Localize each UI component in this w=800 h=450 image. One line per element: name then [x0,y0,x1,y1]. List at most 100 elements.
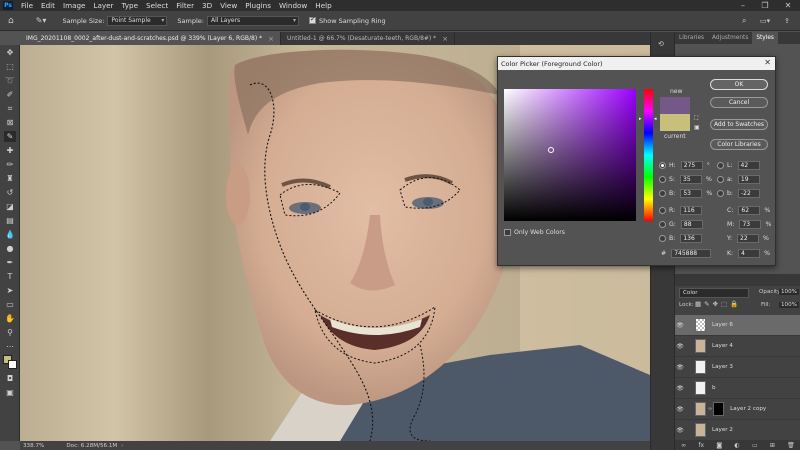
menu-view[interactable]: View [216,1,241,10]
lab-a-input[interactable]: 19 [737,175,760,184]
close-icon[interactable]: ✕ [764,58,771,67]
menu-help[interactable]: Help [311,1,335,10]
current-color-swatch[interactable] [660,114,690,131]
sample-size-select[interactable]: Point Sample [107,15,168,26]
background-color-swatch[interactable] [8,360,17,369]
close-tab-icon[interactable]: × [268,35,274,43]
color-field[interactable] [504,89,636,221]
eye-icon[interactable]: 👁 [675,364,685,371]
close-window-icon[interactable]: ✕ [780,0,796,11]
eye-icon[interactable]: 👁 [675,343,685,350]
lab-b-input[interactable]: -22 [738,189,761,198]
hue-slider-right-arrow-icon[interactable]: ◂ [654,116,657,122]
eyedropper-tool-icon[interactable]: ✎ [4,131,16,142]
layer-row-layer-4[interactable]: 👁 Layer 4 [675,336,800,357]
layer-row-layer-2[interactable]: 👁 Layer 2 [675,420,800,441]
eye-icon[interactable]: 👁 [675,406,685,413]
lock-icons[interactable]: ▦✎✥⬚🔒 [695,300,741,308]
move-tool-icon[interactable]: ✥ [4,47,16,58]
web-safe-icon[interactable]: ▣ [694,124,700,131]
gamut-warning-icon[interactable]: ⛶ [694,115,698,123]
yellow-input[interactable]: 22 [737,234,760,243]
share-icon[interactable]: ⇪ [784,17,790,25]
lab-a-radio[interactable] [717,176,724,183]
layer-mask-thumbnail[interactable] [713,402,725,416]
link-layers-icon[interactable]: ∞ [681,442,686,449]
eye-icon[interactable]: 👁 [675,322,685,329]
menu-filter[interactable]: Filter [172,1,198,10]
home-icon[interactable]: ⌂ [8,16,14,26]
tab-styles[interactable]: Styles [752,32,778,44]
type-tool-icon[interactable]: T [4,271,16,282]
sample-select[interactable]: All Layers [206,15,299,26]
healing-brush-tool-icon[interactable]: ✚ [4,145,16,156]
crop-tool-icon[interactable]: ⌗ [4,103,16,114]
frame-tool-icon[interactable]: ⊠ [4,117,16,128]
hand-tool-icon[interactable]: ✋ [4,313,16,324]
tab-document-main[interactable]: IMG_20201108_0002_after-dust-and-scratch… [20,32,281,45]
group-icon[interactable]: ▭ [752,442,758,449]
show-sampling-ring-checkbox[interactable] [308,15,316,24]
marquee-tool-icon[interactable]: ⬚ [4,61,16,72]
hue-slider-left-arrow-icon[interactable]: ▸ [639,116,642,122]
menu-layer[interactable]: Layer [89,1,117,10]
search-icon[interactable]: ⌕ [742,16,746,26]
add-to-swatches-button[interactable]: Add to Swatches [710,119,768,130]
blur-tool-icon[interactable]: 💧 [4,229,16,240]
add-mask-icon[interactable]: ◙ [716,442,722,449]
menu-plugins[interactable]: Plugins [241,1,275,10]
color-libraries-button[interactable]: Color Libraries [710,139,768,150]
history-panel-icon[interactable]: ⟲ [658,40,664,48]
lab-l-radio[interactable] [717,162,724,169]
red-input[interactable]: 116 [680,206,703,215]
pen-tool-icon[interactable]: ✒ [4,257,16,268]
brightness-input[interactable]: 53 [680,189,703,198]
quick-selection-tool-icon[interactable]: ✐ [4,89,16,100]
menu-file[interactable]: File [17,1,37,10]
zoom-tool-icon[interactable]: ⚲ [4,327,16,338]
minimize-icon[interactable]: – [735,0,751,11]
quick-mask-icon[interactable]: ◘ [4,373,16,384]
layer-row-b[interactable]: 👁 b [675,378,800,399]
brightness-radio[interactable] [659,190,666,197]
maximize-icon[interactable]: ❐ [757,0,773,11]
blue-input[interactable]: 136 [680,234,703,243]
ok-button[interactable]: OK [710,79,768,90]
magenta-input[interactable]: 73 [739,220,762,229]
lab-l-input[interactable]: 42 [737,161,760,170]
tab-adjustments[interactable]: Adjustments [708,32,752,44]
lab-b-radio[interactable] [717,190,724,197]
menu-image[interactable]: Image [59,1,90,10]
eraser-tool-icon[interactable]: ◪ [4,201,16,212]
eyedropper-tool-preset-icon[interactable]: ✎▾ [36,16,47,25]
blue-radio[interactable] [659,235,666,242]
zoom-level[interactable]: 338.7% [23,443,44,449]
tab-libraries[interactable]: Libraries [675,32,708,44]
lasso-tool-icon[interactable]: ➰ [4,75,16,86]
black-input[interactable]: 4 [738,249,761,258]
hue-slider[interactable] [644,89,653,221]
hue-input[interactable]: 275 [680,161,703,170]
eye-icon[interactable]: 👁 [675,385,685,392]
gradient-tool-icon[interactable]: ▤ [4,215,16,226]
hex-input[interactable]: 745888 [671,249,712,258]
link-icon[interactable]: ∞ [708,406,712,412]
saturation-input[interactable]: 35 [680,175,703,184]
workspace-icon[interactable]: ▭▾ [760,17,770,25]
layer-row-layer-2-copy[interactable]: 👁 ∞ Layer 2 copy [675,399,800,420]
rectangle-tool-icon[interactable]: ▭ [4,299,16,310]
menu-edit[interactable]: Edit [37,1,59,10]
history-brush-tool-icon[interactable]: ↺ [4,187,16,198]
cyan-input[interactable]: 62 [738,206,761,215]
delete-layer-icon[interactable]: 🗑 [787,442,795,449]
path-selection-tool-icon[interactable]: ➤ [4,285,16,296]
layer-row-layer-3[interactable]: 👁 Layer 3 [675,357,800,378]
hue-radio[interactable] [659,162,666,169]
tab-document-untitled[interactable]: Untitled-1 @ 66.7% (Desaturate-teeth, RG… [281,32,456,45]
screen-mode-icon[interactable]: ▣ [4,387,16,398]
opacity-field[interactable]: 100% [779,289,799,295]
menu-3d[interactable]: 3D [198,1,216,10]
status-arrow-icon[interactable]: › [121,443,123,449]
saturation-radio[interactable] [659,176,666,183]
red-radio[interactable] [659,207,666,214]
